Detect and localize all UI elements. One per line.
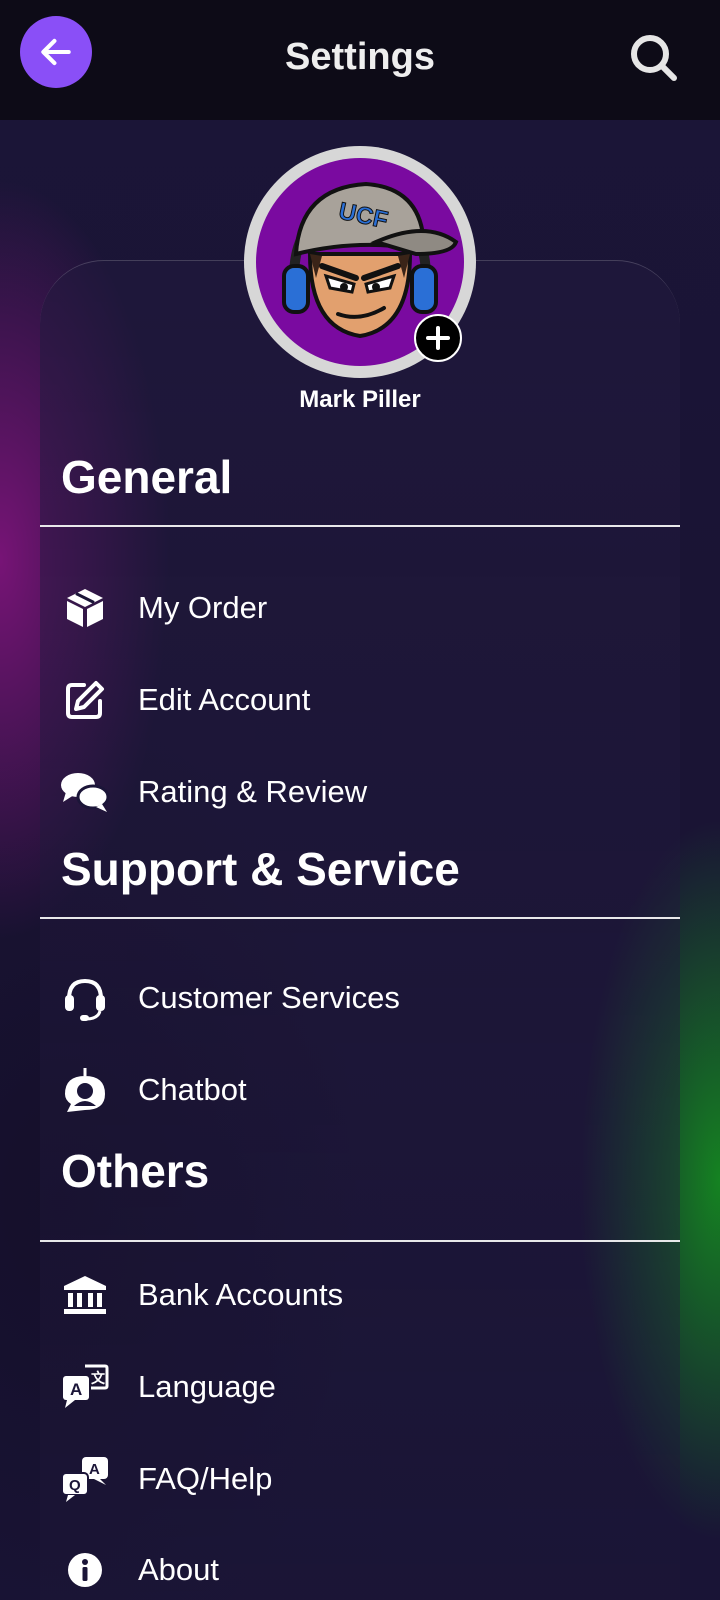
menu-item-label: FAQ/Help — [138, 1461, 273, 1496]
search-icon — [631, 35, 677, 81]
menu-item-label: My Order — [138, 590, 268, 625]
divider — [40, 1240, 680, 1242]
menu-item-customer-services[interactable]: Customer Services — [40, 963, 680, 1033]
bank-icon — [60, 1270, 110, 1320]
menu-item-label: Chatbot — [138, 1072, 247, 1107]
menu-item-label: Language — [138, 1369, 276, 1404]
section-title-general: General — [61, 451, 233, 503]
svg-text:文: 文 — [91, 1370, 106, 1386]
menu-item-my-order[interactable]: My Order — [40, 573, 680, 643]
menu-item-edit-account[interactable]: Edit Account — [40, 665, 680, 735]
top-bar: Settings — [0, 0, 720, 120]
page-title: Settings — [285, 36, 435, 78]
add-photo-button[interactable] — [414, 314, 462, 362]
svg-text:Q: Q — [69, 1477, 81, 1494]
menu-item-rating-review[interactable]: Rating & Review — [40, 757, 680, 827]
info-icon — [60, 1545, 110, 1595]
box-icon — [60, 583, 110, 633]
menu-item-label: Rating & Review — [138, 774, 368, 809]
edit-icon — [60, 675, 110, 725]
svg-text:A: A — [70, 1380, 82, 1399]
section-title-others: Others — [61, 1145, 210, 1197]
search-button[interactable] — [628, 32, 680, 84]
menu-item-label: Bank Accounts — [138, 1277, 344, 1312]
user-name: Mark Piller — [299, 386, 421, 413]
menu-item-chatbot[interactable]: Chatbot — [40, 1055, 680, 1125]
divider — [40, 525, 680, 527]
menu-item-language[interactable]: A 文 Language — [40, 1352, 680, 1422]
menu-item-faq-help[interactable]: A Q FAQ/Help — [40, 1444, 680, 1514]
headset-icon — [60, 973, 110, 1023]
menu-item-bank-accounts[interactable]: Bank Accounts — [40, 1260, 680, 1330]
divider — [40, 917, 680, 919]
menu-item-label: About — [138, 1552, 220, 1587]
plus-icon — [426, 326, 450, 350]
chatbot-icon — [60, 1065, 110, 1115]
menu-item-label: Customer Services — [138, 980, 400, 1015]
chat-bubbles-icon — [60, 767, 110, 817]
faq-icon: A Q — [60, 1454, 110, 1504]
translate-icon: A 文 — [60, 1362, 110, 1412]
section-title-support: Support & Service — [61, 843, 460, 895]
menu-item-label: Edit Account — [138, 682, 311, 717]
svg-text:A: A — [89, 1461, 100, 1478]
menu-item-about[interactable]: About — [40, 1535, 680, 1600]
